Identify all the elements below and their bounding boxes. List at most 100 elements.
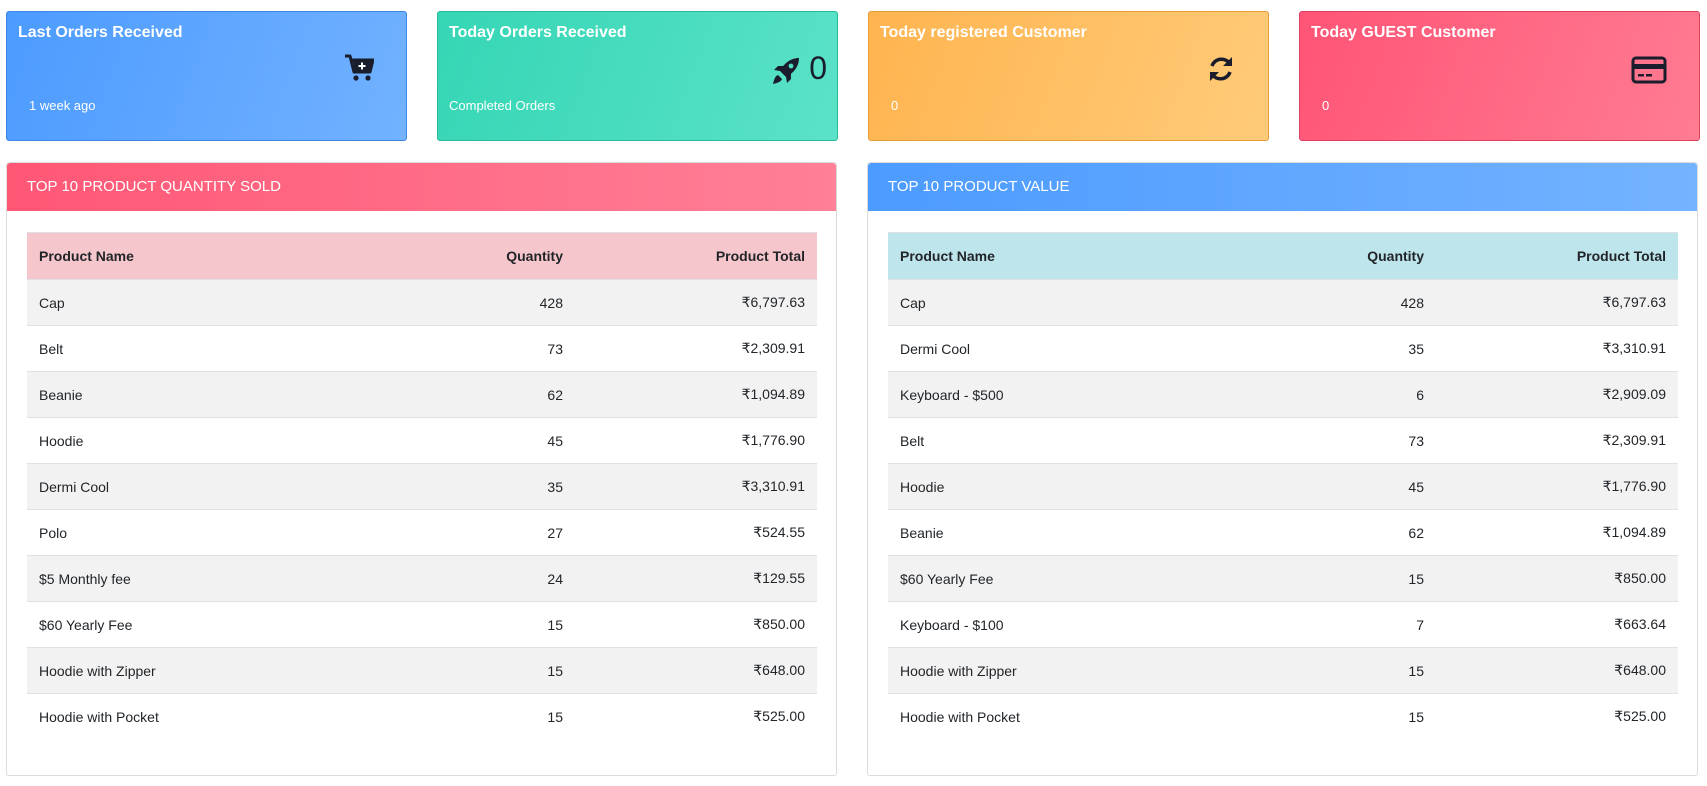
cell-product-name: Keyboard - $100: [888, 601, 1168, 648]
column-header-product-name[interactable]: Product Name: [27, 232, 307, 280]
rocket-icon: [771, 56, 801, 91]
table-row[interactable]: Hoodie with Pocket 15 ₹525.00: [27, 693, 817, 740]
cell-product-name: Beanie: [27, 371, 307, 418]
cell-product-total: ₹1,776.90: [575, 417, 817, 464]
cell-product-name: $60 Yearly Fee: [888, 555, 1168, 602]
card-title: Last Orders Received: [18, 24, 183, 41]
table-row[interactable]: Beanie 62 ₹1,094.89: [27, 371, 817, 418]
cart-plus-icon: [344, 54, 375, 87]
cell-product-name: Hoodie with Pocket: [27, 693, 307, 740]
cell-product-total: ₹1,094.89: [575, 371, 817, 418]
table-row[interactable]: $5 Monthly fee 24 ₹129.55: [27, 555, 817, 602]
cell-product-total: ₹525.00: [1436, 693, 1678, 740]
table-row[interactable]: $60 Yearly Fee 15 ₹850.00: [27, 601, 817, 648]
cell-product-name: Dermi Cool: [888, 325, 1168, 372]
table-row[interactable]: Belt 73 ₹2,309.91: [888, 417, 1678, 464]
cell-product-total: ₹648.00: [1436, 647, 1678, 694]
top-value-table: Product Name Quantity Product Total Cap 4…: [888, 232, 1678, 740]
cell-product-name: $60 Yearly Fee: [27, 601, 307, 648]
cell-product-name: Beanie: [888, 509, 1168, 556]
table-row[interactable]: Keyboard - $100 7 ₹663.64: [888, 601, 1678, 648]
cell-product-total: ₹850.00: [575, 601, 817, 648]
column-header-product-total[interactable]: Product Total: [1436, 232, 1678, 280]
cell-product-name: Hoodie with Zipper: [888, 647, 1168, 694]
cell-product-name: Keyboard - $500: [888, 371, 1168, 418]
card-subtitle: 1 week ago: [29, 98, 96, 113]
card-today-orders[interactable]: Today Orders Received 0 Completed Orders: [437, 11, 838, 141]
cell-product-total: ₹6,797.63: [575, 279, 817, 326]
credit-card-icon: [1631, 56, 1667, 89]
cell-product-total: ₹850.00: [1436, 555, 1678, 602]
column-header-quantity[interactable]: Quantity: [307, 232, 575, 280]
cell-product-total: ₹1,776.90: [1436, 463, 1678, 510]
card-last-orders[interactable]: Last Orders Received 1 week ago: [6, 11, 407, 141]
card-subtitle: Completed Orders: [449, 98, 556, 113]
cell-product-total: ₹1,094.89: [1436, 509, 1678, 556]
cell-quantity: 15: [307, 647, 575, 694]
cell-quantity: 35: [1168, 325, 1436, 372]
table-row[interactable]: Hoodie with Zipper 15 ₹648.00: [888, 647, 1678, 694]
cell-quantity: 15: [1168, 555, 1436, 602]
card-title: Today GUEST Customer: [1311, 24, 1496, 41]
card-title: Today Orders Received: [449, 24, 627, 41]
table-row[interactable]: $60 Yearly Fee 15 ₹850.00: [888, 555, 1678, 602]
table-row[interactable]: Belt 73 ₹2,309.91: [27, 325, 817, 372]
cell-quantity: 73: [307, 325, 575, 372]
panel-title: TOP 10 PRODUCT QUANTITY SOLD: [7, 163, 836, 211]
orders-count: 0: [809, 50, 827, 86]
cell-product-name: Hoodie: [27, 417, 307, 464]
cell-quantity: 428: [1168, 279, 1436, 326]
cell-product-name: Belt: [888, 417, 1168, 464]
cell-product-total: ₹2,309.91: [575, 325, 817, 372]
table-row[interactable]: Cap 428 ₹6,797.63: [888, 279, 1678, 326]
table-row[interactable]: Cap 428 ₹6,797.63: [27, 279, 817, 326]
column-header-product-name[interactable]: Product Name: [888, 232, 1168, 280]
table-header-row: Product Name Quantity Product Total: [27, 232, 817, 280]
cell-product-name: Polo: [27, 509, 307, 556]
column-header-quantity[interactable]: Quantity: [1168, 232, 1436, 280]
card-title: Today registered Customer: [880, 24, 1087, 41]
cell-quantity: 24: [307, 555, 575, 602]
table-row[interactable]: Hoodie with Zipper 15 ₹648.00: [27, 647, 817, 694]
cell-product-total: ₹6,797.63: [1436, 279, 1678, 326]
cell-quantity: 45: [1168, 463, 1436, 510]
panel-title: TOP 10 PRODUCT VALUE: [868, 163, 1697, 211]
cell-product-name: Hoodie: [888, 463, 1168, 510]
cell-product-name: Cap: [27, 279, 307, 326]
cell-product-total: ₹2,909.09: [1436, 371, 1678, 418]
card-registered-customer[interactable]: Today registered Customer 0: [868, 11, 1269, 141]
table-row[interactable]: Polo 27 ₹524.55: [27, 509, 817, 556]
table-header-row: Product Name Quantity Product Total: [888, 232, 1678, 280]
cell-quantity: 6: [1168, 371, 1436, 418]
cell-product-total: ₹663.64: [1436, 601, 1678, 648]
table-row[interactable]: Keyboard - $500 6 ₹2,909.09: [888, 371, 1678, 418]
top-quantity-panel: TOP 10 PRODUCT QUANTITY SOLD Product Nam…: [6, 162, 837, 776]
table-row[interactable]: Dermi Cool 35 ₹3,310.91: [888, 325, 1678, 372]
cell-quantity: 62: [1168, 509, 1436, 556]
cell-quantity: 45: [307, 417, 575, 464]
table-row[interactable]: Hoodie 45 ₹1,776.90: [27, 417, 817, 464]
cell-quantity: 7: [1168, 601, 1436, 648]
refresh-icon: [1206, 54, 1236, 89]
cell-quantity: 15: [1168, 647, 1436, 694]
table-row[interactable]: Dermi Cool 35 ₹3,310.91: [27, 463, 817, 510]
cell-quantity: 73: [1168, 417, 1436, 464]
card-subtitle: 0: [891, 98, 899, 113]
cell-quantity: 15: [307, 601, 575, 648]
table-row[interactable]: Beanie 62 ₹1,094.89: [888, 509, 1678, 556]
cell-product-total: ₹3,310.91: [1436, 325, 1678, 372]
cell-product-total: ₹129.55: [575, 555, 817, 602]
top-value-panel: TOP 10 PRODUCT VALUE Product Name Quanti…: [867, 162, 1698, 776]
cell-product-total: ₹648.00: [575, 647, 817, 694]
cell-product-name: Cap: [888, 279, 1168, 326]
card-guest-customer[interactable]: Today GUEST Customer 0: [1299, 11, 1700, 141]
column-header-product-total[interactable]: Product Total: [575, 232, 817, 280]
cell-product-name: Belt: [27, 325, 307, 372]
table-row[interactable]: Hoodie 45 ₹1,776.90: [888, 463, 1678, 510]
table-row[interactable]: Hoodie with Pocket 15 ₹525.00: [888, 693, 1678, 740]
cell-quantity: 428: [307, 279, 575, 326]
top-quantity-table: Product Name Quantity Product Total Cap 4…: [27, 232, 817, 740]
cell-quantity: 15: [307, 693, 575, 740]
cell-product-name: Hoodie with Pocket: [888, 693, 1168, 740]
cell-product-total: ₹2,309.91: [1436, 417, 1678, 464]
